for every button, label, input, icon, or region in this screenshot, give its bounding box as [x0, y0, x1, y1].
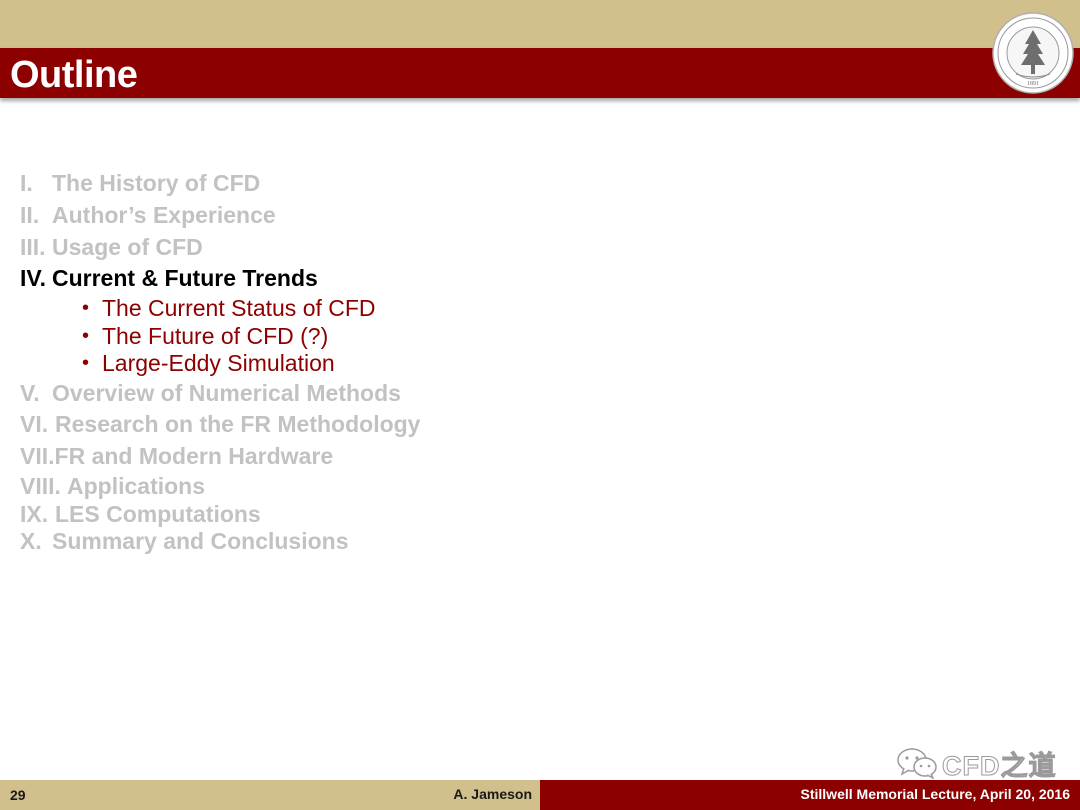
outline-label: Overview of Numerical Methods: [52, 379, 401, 406]
outline-num: II.: [20, 201, 40, 228]
subtopic-label: The Future of CFD (?): [102, 322, 329, 349]
outline-item-7: VII.FR and Modern Hardware: [20, 441, 720, 473]
subtopic-item-2: • The Future of CFD (?): [20, 323, 720, 351]
outline-label: The History of CFD: [52, 170, 261, 196]
watermark-text: CFD之道: [942, 750, 1057, 781]
outline-num: X.: [20, 528, 42, 555]
outline-item-6: VI. Research on the FR Methodology: [20, 409, 720, 441]
stanford-seal-icon: 1891: [992, 12, 1074, 94]
outline-label: Author’s Experience: [52, 201, 276, 228]
outline-label: Applications: [67, 473, 206, 500]
subtopic-label: Large-Eddy Simulation: [102, 350, 335, 377]
footer-left-panel: 29 A. Jameson: [0, 780, 540, 810]
outline-label: FR and Modern Hardware: [54, 443, 334, 470]
title-bar: [0, 48, 1080, 98]
outline-num: III.: [20, 233, 46, 260]
outline-item-2: II. Author’s Experience: [20, 200, 720, 232]
outline-label: LES Computations: [55, 500, 261, 527]
footer-event: Stillwell Memorial Lecture, April 20, 20…: [800, 786, 1070, 802]
outline-num: I.: [20, 170, 33, 196]
footer: 29 A. Jameson Stillwell Memorial Lecture…: [0, 780, 1080, 810]
outline-list: I. The History of CFD II. Author’s Experie…: [20, 168, 720, 556]
outline-num: VII.: [20, 443, 55, 470]
outline-item-1: I. The History of CFD: [20, 168, 720, 200]
outline-num: VIII.: [20, 473, 61, 500]
page-number: 29: [10, 787, 26, 803]
outline-label: Summary and Conclusions: [52, 528, 349, 555]
outline-item-4: IV. Current & Future Trends: [20, 263, 720, 295]
footer-author: A. Jameson: [453, 786, 532, 802]
footer-right-panel: Stillwell Memorial Lecture, April 20, 20…: [540, 780, 1080, 810]
top-band: [0, 0, 1080, 48]
subtopic-item-3: • Large-Eddy Simulation: [20, 350, 720, 378]
outline-item-3: III. Usage of CFD: [20, 232, 720, 264]
outline-num: V.: [20, 379, 40, 406]
outline-label: Usage of CFD: [52, 233, 203, 260]
outline-num: IV.: [20, 265, 47, 292]
outline-num: VI.: [20, 411, 49, 438]
slide-title: Outline: [10, 54, 138, 96]
seal-year: 1891: [1027, 81, 1039, 87]
subtopic-item-1: • The Current Status of CFD: [20, 295, 720, 323]
bullet: •: [82, 297, 90, 320]
outline-item-9: IX. LES Computations: [20, 501, 720, 529]
outline-item-8: VIII. Applications: [20, 473, 720, 501]
bullet: •: [82, 352, 90, 375]
outline-item-10: X. Summary and Conclusions: [20, 528, 720, 556]
outline-item-5: V. Overview of Numerical Methods: [20, 378, 720, 410]
subtopic-label: The Current Status of CFD: [102, 295, 376, 322]
subtopic-list: • The Current Status of CFD • The Future o…: [20, 295, 720, 378]
bullet: •: [82, 324, 90, 347]
watermark: CFD之道: [896, 745, 1057, 781]
outline-label: Current & Future Trends: [52, 265, 318, 292]
wechat-icon: [897, 748, 937, 779]
outline-num: IX.: [20, 500, 49, 527]
outline-label: Research on the FR Methodology: [55, 411, 421, 438]
